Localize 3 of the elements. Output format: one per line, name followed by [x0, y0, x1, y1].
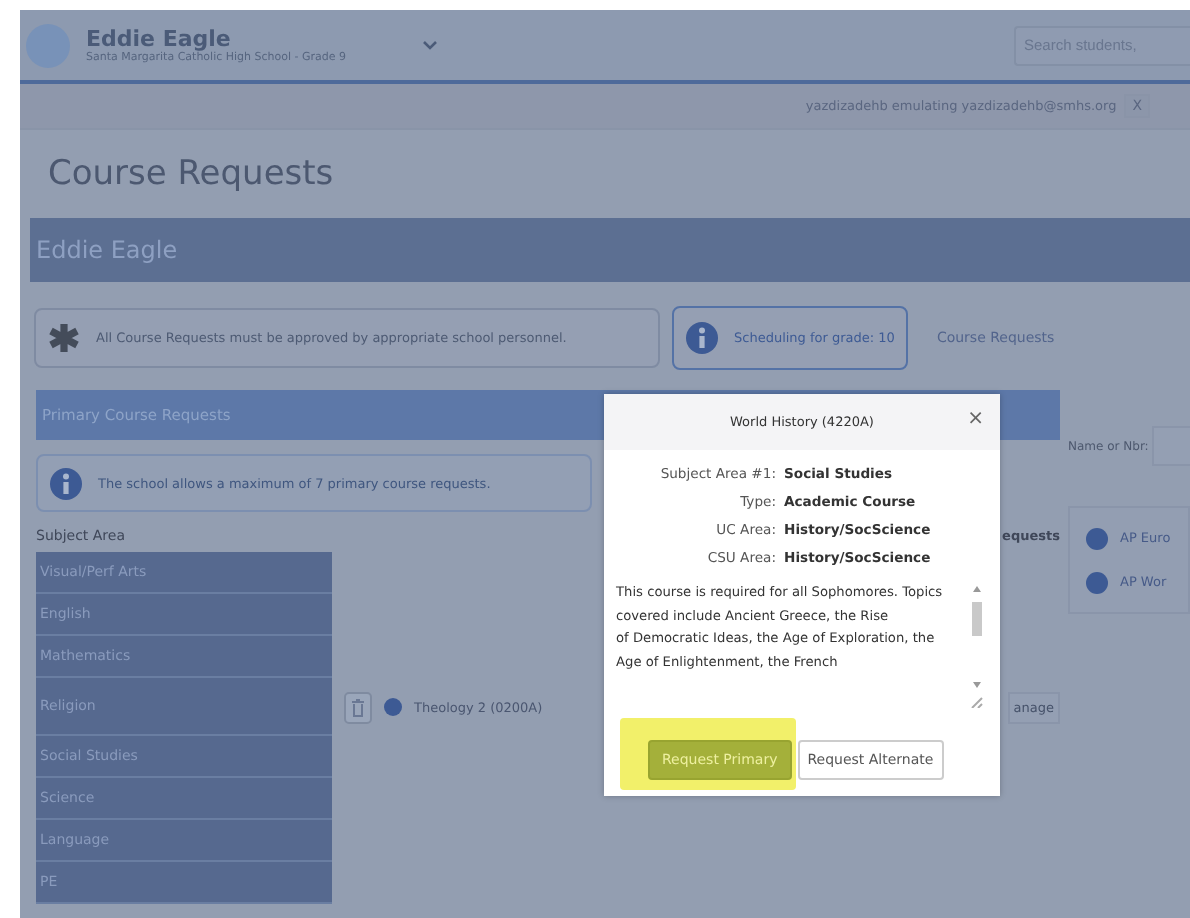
- close-button[interactable]: ×: [967, 410, 984, 430]
- student-name: Eddie Eagle: [86, 26, 231, 52]
- page-title: Course Requests: [46, 152, 336, 198]
